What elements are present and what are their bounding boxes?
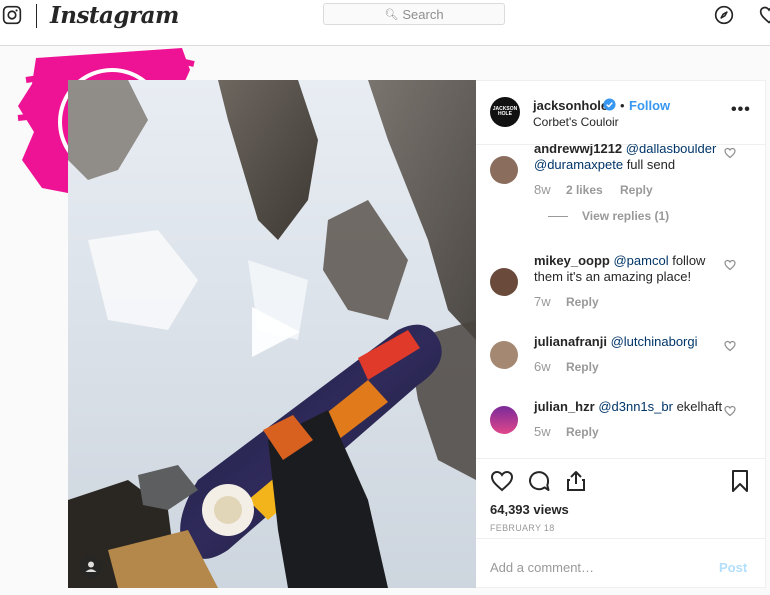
comment-mention[interactable]: @d3nn1s_br: [598, 399, 673, 414]
verified-badge-icon: [603, 98, 616, 111]
view-replies-button[interactable]: View replies (1): [548, 209, 669, 223]
comment-input[interactable]: Add a comment…: [490, 560, 594, 575]
save-bookmark-icon[interactable]: [728, 469, 752, 493]
instagram-logo-icon[interactable]: [2, 5, 22, 25]
view-count[interactable]: 64,393 views: [490, 502, 569, 517]
post-actions: 64,393 views FEBRUARY 18: [476, 458, 766, 539]
comments-list[interactable]: andrewwj1212 @dallasboulder @duramaxpete…: [476, 144, 766, 458]
comment-username[interactable]: mikey_oopp: [534, 253, 610, 268]
comment-like-icon[interactable]: [724, 340, 736, 352]
comment-mention[interactable]: @pamcol: [613, 253, 668, 268]
commenter-avatar[interactable]: [490, 341, 518, 369]
post-comment-button[interactable]: Post: [719, 560, 747, 575]
comment-age: 5w: [534, 424, 551, 439]
commenter-avatar[interactable]: [490, 156, 518, 184]
commenter-avatar[interactable]: [490, 268, 518, 296]
comment-like-icon[interactable]: [724, 405, 736, 417]
instagram-wordmark[interactable]: Instagram: [50, 2, 179, 29]
search-icon: 🔍︎: [384, 8, 399, 21]
comment-meta: 5w Reply: [534, 424, 599, 439]
explore-compass-icon[interactable]: [714, 5, 734, 25]
comment-age: 6w: [534, 359, 551, 374]
comment-body: ekelhaft: [672, 399, 723, 414]
commenter-avatar[interactable]: [490, 406, 518, 434]
more-options-button[interactable]: •••: [731, 101, 751, 119]
tagged-users-icon[interactable]: [80, 556, 102, 578]
logo-divider: [36, 4, 37, 28]
comment-mention[interactable]: @lutchinaborgi: [611, 334, 698, 349]
comment-username[interactable]: andrewwj1212: [534, 144, 622, 156]
comment-text: julianafranji @lutchinaborgi: [534, 334, 734, 350]
reply-button[interactable]: Reply: [566, 360, 599, 374]
avatar-logo-text: JACKSON HOLE: [492, 106, 518, 117]
reply-button[interactable]: Reply: [620, 183, 653, 197]
comment-text: mikey_oopp @pamcol follow them it's an a…: [534, 253, 734, 285]
comment-likes[interactable]: 2 likes: [566, 183, 603, 197]
add-comment-form: Add a comment… Post: [476, 538, 766, 590]
post-date[interactable]: FEBRUARY 18: [490, 523, 555, 533]
comment-text: julian_hzr @d3nn1s_br ekelhaft: [534, 399, 734, 415]
comment-meta: 6w Reply: [534, 359, 599, 374]
like-heart-icon[interactable]: [490, 469, 514, 493]
owner-username[interactable]: jacksonhole: [533, 98, 608, 113]
play-icon[interactable]: [248, 305, 302, 359]
post-header: JACKSON HOLE jacksonhole • Follow Corbet…: [476, 81, 766, 145]
reply-button[interactable]: Reply: [566, 425, 599, 439]
comment-username[interactable]: julianafranji: [534, 334, 607, 349]
activity-heart-icon[interactable]: [759, 5, 770, 25]
follow-button[interactable]: Follow: [629, 98, 670, 113]
comment-like-icon[interactable]: [724, 147, 736, 159]
comment-body: full send: [623, 157, 676, 172]
share-icon[interactable]: [564, 469, 588, 493]
comment-like-icon[interactable]: [724, 259, 736, 271]
post-details-panel: JACKSON HOLE jacksonhole • Follow Corbet…: [476, 80, 766, 588]
comment-username[interactable]: julian_hzr: [534, 399, 595, 414]
comment-meta: 7w Reply: [534, 294, 599, 309]
comment-text: andrewwj1212 @dallasboulder @duramaxpete…: [534, 144, 734, 173]
separator-dot: •: [620, 98, 625, 113]
post-location[interactable]: Corbet's Couloir: [533, 115, 619, 129]
view-replies-label: View replies (1): [582, 209, 670, 223]
reply-button[interactable]: Reply: [566, 295, 599, 309]
comment-meta: 8w 2 likes Reply: [534, 182, 653, 197]
comment-age: 7w: [534, 294, 551, 309]
replies-line: [548, 215, 568, 217]
search-placeholder: Search: [402, 6, 444, 22]
search-input[interactable]: 🔍︎ Search: [323, 3, 505, 25]
comment-bubble-icon[interactable]: [527, 469, 551, 493]
owner-avatar[interactable]: JACKSON HOLE: [490, 97, 520, 127]
comment-age: 8w: [534, 182, 551, 197]
